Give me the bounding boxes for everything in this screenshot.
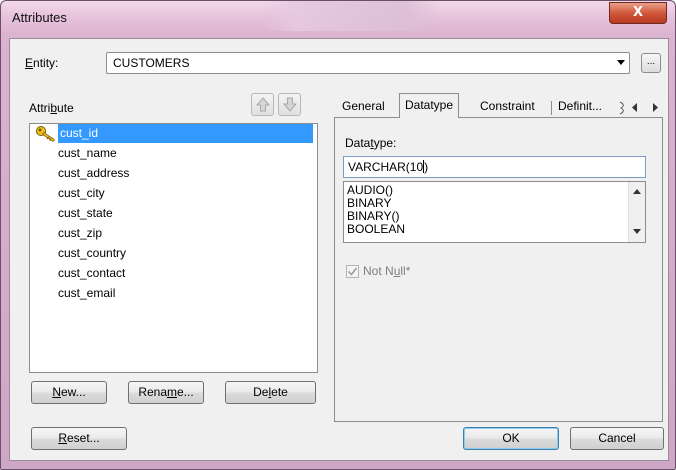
attribute-list-item[interactable]: cust_country <box>30 244 317 263</box>
not-null-label: Not Null* <box>363 264 411 278</box>
datatype-list-scrollbar[interactable] <box>628 182 645 242</box>
attribute-name: cust_email <box>58 286 116 300</box>
attribute-list-item[interactable]: cust_zip <box>30 224 317 243</box>
tab-scroll-left-icon[interactable] <box>631 103 639 112</box>
tab-overflow-icon <box>619 101 624 115</box>
entity-label: Entity: <box>25 56 59 70</box>
tab-general[interactable]: General <box>342 97 385 117</box>
attribute-name: cust_contact <box>58 266 126 280</box>
arrow-down-icon <box>283 97 297 112</box>
key-icon <box>36 126 55 142</box>
tab-separator <box>551 101 552 115</box>
dialog-body: Entity: CUSTOMERS ... Attribute cust_id c… <box>9 38 669 461</box>
attribute-list[interactable]: cust_id cust_name cust_address cust_citycus… <box>29 123 318 373</box>
tab-definition[interactable]: Definit... <box>558 97 602 117</box>
entity-combobox[interactable]: CUSTOMERS <box>106 52 630 74</box>
window-title: Attributes <box>12 10 67 25</box>
attribute-list-item[interactable]: cust_contact <box>30 264 317 283</box>
attribute-name: cust_country <box>58 246 127 260</box>
attribute-name: cust_city <box>58 186 105 200</box>
not-null-checkbox[interactable] <box>346 265 359 278</box>
attribute-list-item[interactable]: cust_state <box>30 204 317 223</box>
attribute-list-item[interactable]: cust_city <box>30 184 317 203</box>
datatype-option[interactable]: BOOLEAN <box>347 223 405 236</box>
rename-attribute-button[interactable]: Rename... <box>128 381 204 404</box>
datatype-input[interactable]: VARCHAR(10) <box>343 156 646 178</box>
tab-constraint[interactable]: Constraint <box>480 97 535 117</box>
attribute-list-item[interactable]: cust_address <box>30 164 317 183</box>
attribute-list-item[interactable]: cust_email <box>30 284 317 303</box>
scroll-up-icon[interactable] <box>633 189 641 194</box>
attribute-name: cust_state <box>58 206 113 220</box>
cancel-button[interactable]: Cancel <box>570 427 664 450</box>
tab-strip: General Datatype Constraint Definit... <box>335 93 663 118</box>
datatype-options-list[interactable]: AUDIO() BINARY BINARY() BOOLEAN <box>343 181 646 243</box>
chevron-down-icon <box>617 60 625 65</box>
delete-attribute-button[interactable]: Delete <box>225 381 316 404</box>
title-bar[interactable]: Attributes X <box>1 1 675 35</box>
attribute-list-item[interactable]: cust_id <box>30 124 317 143</box>
datatype-value-end: ) <box>424 160 429 174</box>
attributes-dialog: Attributes X Entity: CUSTOMERS ... Attri… <box>0 0 676 470</box>
move-down-button[interactable] <box>278 93 301 116</box>
datatype-tab-panel: Datatype: VARCHAR(10) AUDIO() BINARY BIN… <box>334 117 663 422</box>
attribute-list-item[interactable]: cust_name <box>30 144 317 163</box>
close-button[interactable]: X <box>609 2 667 24</box>
attribute-name: cust_id <box>58 124 313 143</box>
close-icon: X <box>632 5 644 20</box>
move-up-button[interactable] <box>251 93 274 116</box>
datatype-label: Datatype: <box>345 136 397 150</box>
arrow-up-icon <box>256 97 270 112</box>
attribute-name: cust_address <box>58 166 130 180</box>
entity-value: CUSTOMERS <box>113 56 190 70</box>
reset-button[interactable]: Reset... <box>31 427 127 450</box>
tab-datatype[interactable]: Datatype <box>399 93 460 118</box>
ok-button[interactable]: OK <box>463 427 559 450</box>
attribute-name: cust_name <box>58 146 117 160</box>
entity-browse-button[interactable]: ... <box>641 53 661 73</box>
scroll-down-icon[interactable] <box>633 229 641 234</box>
background-blur <box>261 1 441 31</box>
datatype-value: VARCHAR(10 <box>348 160 424 174</box>
checkmark-icon <box>347 267 358 276</box>
attribute-name: cust_zip <box>58 226 103 240</box>
attribute-label: Attribute <box>29 101 74 115</box>
new-attribute-button[interactable]: New... <box>31 381 107 404</box>
tab-scroll-right-icon[interactable] <box>651 103 659 112</box>
